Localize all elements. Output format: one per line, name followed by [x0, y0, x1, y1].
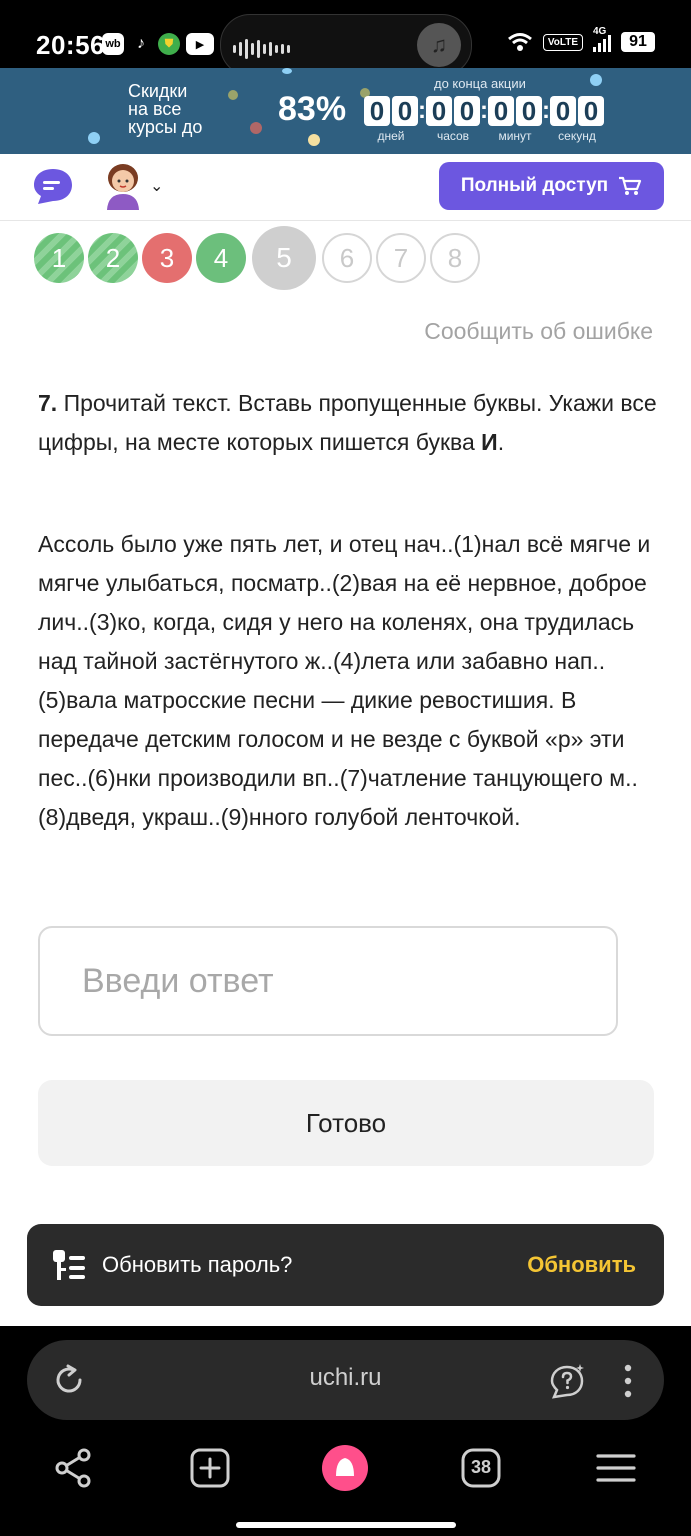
- status-bar: 20:56 wb ♪ ⛊ ▶ ♫ VoLTE 4G 91: [0, 0, 691, 76]
- share-icon[interactable]: [52, 1446, 96, 1490]
- timer-unit: часов: [436, 129, 470, 143]
- alice-assistant-icon[interactable]: [321, 1444, 369, 1492]
- task-instruction: 7. Прочитай текст. Вставь пропущенные бу…: [38, 384, 658, 462]
- promo-banner[interactable]: Скидки на все курсы до 83% до конца акци…: [0, 68, 691, 154]
- timer-unit: минут: [498, 129, 532, 143]
- tiktok-icon: ♪: [130, 33, 152, 55]
- volte-badge: VoLTE: [542, 33, 583, 51]
- done-button[interactable]: Готово: [38, 1080, 654, 1166]
- more-icon[interactable]: [624, 1362, 632, 1400]
- timer-minutes: 00 минут: [488, 96, 542, 143]
- menu-icon[interactable]: [594, 1446, 638, 1490]
- dynamic-island: ♫: [220, 14, 472, 76]
- chevron-down-icon[interactable]: ⌄: [150, 176, 163, 196]
- progress-step-3[interactable]: 3: [142, 233, 192, 283]
- site-header: ⌄ Полный доступ: [0, 154, 691, 221]
- tabs-button[interactable]: 38: [459, 1446, 503, 1490]
- browser-nav: 38: [0, 1438, 691, 1508]
- wb-app-icon: wb: [102, 33, 124, 55]
- signal-icon: 4G: [593, 26, 611, 52]
- key-icon: [53, 1250, 85, 1280]
- progress-step-8[interactable]: 8: [430, 233, 480, 283]
- vpn-icon: ⛊: [158, 33, 180, 55]
- answer-input[interactable]: [38, 926, 618, 1036]
- audio-wave-icon: [233, 39, 290, 59]
- full-access-label: Полный доступ: [460, 175, 609, 196]
- new-tab-icon[interactable]: [188, 1446, 232, 1490]
- cart-icon: [619, 176, 642, 195]
- browser-bar: uchi.ru 38: [0, 1326, 691, 1536]
- wifi-icon: [507, 33, 532, 51]
- password-toast: Обновить пароль? Обновить: [27, 1224, 664, 1306]
- task-instruction-text: Прочитай текст. Вставь пропущенные буквы…: [38, 390, 657, 455]
- timer-unit: дней: [377, 129, 405, 143]
- avatar[interactable]: [100, 160, 146, 210]
- toast-message: Обновить пароль?: [102, 1252, 293, 1277]
- ai-help-icon[interactable]: [548, 1362, 586, 1400]
- full-access-button[interactable]: Полный доступ: [439, 162, 664, 210]
- timer-digit: 0: [392, 96, 418, 126]
- task-text: Ассоль было уже пять лет, и отец нач..(1…: [38, 531, 651, 830]
- task-end: .: [497, 429, 505, 455]
- progress-step-1[interactable]: 1: [34, 233, 84, 283]
- timer-seconds: 00 секунд: [550, 96, 604, 143]
- promo-line: на все: [128, 99, 182, 119]
- timer-digit: 0: [488, 96, 514, 126]
- promo-percent: 83%: [278, 90, 347, 128]
- task-number: 7.: [38, 390, 58, 416]
- status-indicators: VoLTE 4G 91: [507, 26, 655, 52]
- task-progress: 12345678: [34, 226, 484, 290]
- timer-unit: секунд: [558, 129, 596, 143]
- countdown-label: до конца акции: [434, 76, 526, 91]
- report-error-link[interactable]: Сообщить об ошибке: [424, 318, 653, 345]
- progress-step-6[interactable]: 6: [322, 233, 372, 283]
- promo-line: курсы до: [128, 117, 203, 137]
- progress-step-2[interactable]: 2: [88, 233, 138, 283]
- timer-digit: 0: [364, 96, 390, 126]
- timer-digit: 0: [426, 96, 452, 126]
- music-note-icon: ♫: [417, 23, 461, 67]
- progress-step-5[interactable]: 5: [252, 226, 316, 290]
- progress-step-4[interactable]: 4: [196, 233, 246, 283]
- notification-icons: wb ♪ ⛊ ▶: [102, 33, 214, 55]
- address-bar[interactable]: uchi.ru: [27, 1340, 664, 1420]
- youtube-icon: ▶: [186, 33, 214, 55]
- timer-days: 00 дней: [364, 96, 418, 143]
- home-indicator[interactable]: [236, 1522, 456, 1528]
- update-password-button[interactable]: Обновить: [527, 1252, 636, 1278]
- chat-icon[interactable]: [32, 166, 74, 206]
- network-type: 4G: [593, 26, 607, 37]
- status-time: 20:56: [36, 30, 105, 60]
- promo-text: Скидки на все курсы до: [128, 82, 202, 136]
- battery-indicator: 91: [621, 32, 655, 52]
- progress-step-7[interactable]: 7: [376, 233, 426, 283]
- task-letter: И: [481, 429, 498, 455]
- timer-digit: 0: [578, 96, 604, 126]
- timer-digit: 0: [516, 96, 542, 126]
- countdown-timer: 00 дней : 00 часов : 00 минут : 00 секун…: [364, 96, 604, 143]
- timer-digit: 0: [550, 96, 576, 126]
- timer-hours: 00 часов: [426, 96, 480, 143]
- timer-digit: 0: [454, 96, 480, 126]
- tabs-count: 38: [470, 1457, 492, 1477]
- promo-line: Скидки: [128, 81, 188, 101]
